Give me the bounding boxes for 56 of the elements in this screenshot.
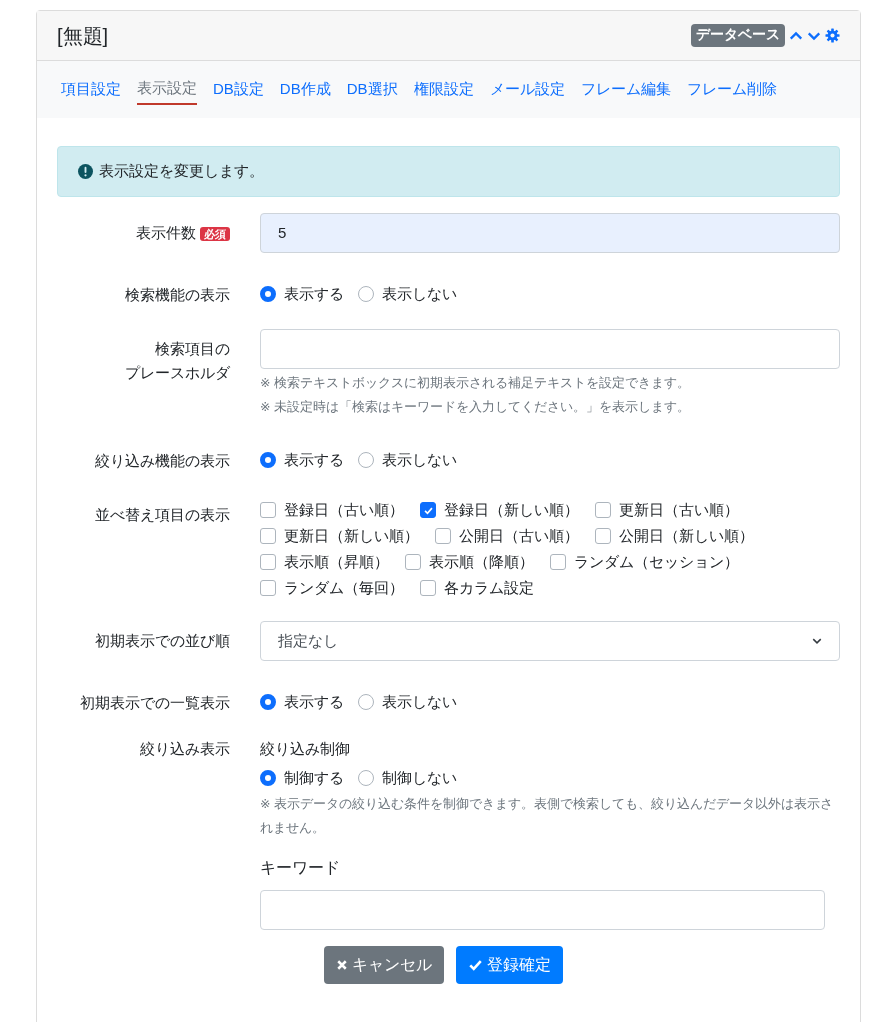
chevron-down-icon: [812, 636, 822, 646]
checkbox-option[interactable]: 各カラム設定: [420, 577, 534, 599]
frame-title: [無題]: [57, 23, 109, 49]
checkbox-option[interactable]: 表示順（昇順）: [260, 551, 389, 573]
radio-option[interactable]: 表示する: [260, 691, 344, 714]
help-text: ※ 未設定時は「検索はキーワードを入力してください。」を表示します。: [260, 399, 691, 416]
radio-option[interactable]: 表示しない: [358, 449, 457, 472]
keyword-label: キーワード: [260, 857, 341, 878]
field-label: 検索項目の プレースホルダ: [125, 340, 230, 381]
input-field[interactable]: 5: [260, 213, 840, 253]
cancel-button[interactable]: キャンセル: [324, 945, 444, 984]
tab[interactable]: フレーム編集: [580, 74, 671, 105]
required-badge: 必須: [200, 227, 230, 241]
tab[interactable]: メール設定: [489, 74, 565, 105]
checkbox-option[interactable]: 登録日（新しい順）: [420, 499, 579, 521]
tab[interactable]: フレーム削除: [686, 74, 777, 105]
group-heading: 絞り込み制御: [260, 739, 351, 759]
settings-icon[interactable]: [825, 28, 840, 43]
tab[interactable]: 権限設定: [413, 74, 474, 105]
help-text: ※ 表示データの絞り込む条件を制御できます。表側で検索しても、絞り込んだデータ以外は表示されません。: [260, 795, 834, 837]
checkmark-icon: [468, 957, 483, 972]
checkbox-option[interactable]: 表示順（降順）: [405, 551, 534, 573]
input-field[interactable]: [260, 329, 840, 369]
field-label: 並べ替え項目の表示: [95, 506, 230, 523]
checkbox-option[interactable]: 更新日（新しい順）: [260, 525, 419, 547]
exclamation-icon: [78, 164, 93, 179]
checkbox-option[interactable]: 公開日（新しい順）: [595, 525, 754, 547]
help-text: ※ 検索テキストボックスに初期表示される補足テキストを設定できます。: [260, 375, 691, 392]
plugin-badge: データベース: [691, 24, 785, 47]
radio-option[interactable]: 表示しない: [358, 283, 457, 306]
select-field[interactable]: 指定なし: [260, 621, 840, 661]
keyword-field[interactable]: [260, 889, 825, 930]
field-label: 検索機能の表示: [125, 286, 230, 303]
field-label: 表示件数: [136, 224, 196, 241]
field-label: 絞り込み表示: [140, 740, 230, 757]
field-label: 初期表示での一覧表示: [80, 694, 230, 711]
tab[interactable]: DB選択: [346, 74, 398, 105]
tab[interactable]: 表示設定: [137, 73, 197, 106]
field-label: 初期表示での並び順: [95, 632, 230, 649]
field-label: 絞り込み機能の表示: [95, 452, 230, 469]
checkbox-option[interactable]: ランダム（毎回）: [260, 577, 404, 599]
radio-option[interactable]: 制御する: [260, 767, 344, 790]
close-icon: [336, 958, 348, 971]
radio-option[interactable]: 表示しない: [358, 691, 457, 714]
radio-option[interactable]: 制御しない: [358, 767, 457, 790]
radio-option[interactable]: 表示する: [260, 449, 344, 472]
alert-text: 表示設定を変更します。: [99, 161, 264, 182]
checkbox-option[interactable]: 公開日（古い順）: [435, 525, 579, 547]
tab[interactable]: 項目設定: [61, 74, 121, 105]
submit-button[interactable]: 登録確定: [456, 945, 563, 984]
tab[interactable]: DB作成: [279, 74, 331, 105]
checkbox-option[interactable]: ランダム（セッション）: [550, 551, 739, 573]
checkbox-option[interactable]: 更新日（古い順）: [595, 499, 739, 521]
checkbox-option[interactable]: 登録日（古い順）: [260, 499, 404, 521]
tab[interactable]: DB設定: [213, 74, 264, 105]
radio-option[interactable]: 表示する: [260, 283, 344, 306]
